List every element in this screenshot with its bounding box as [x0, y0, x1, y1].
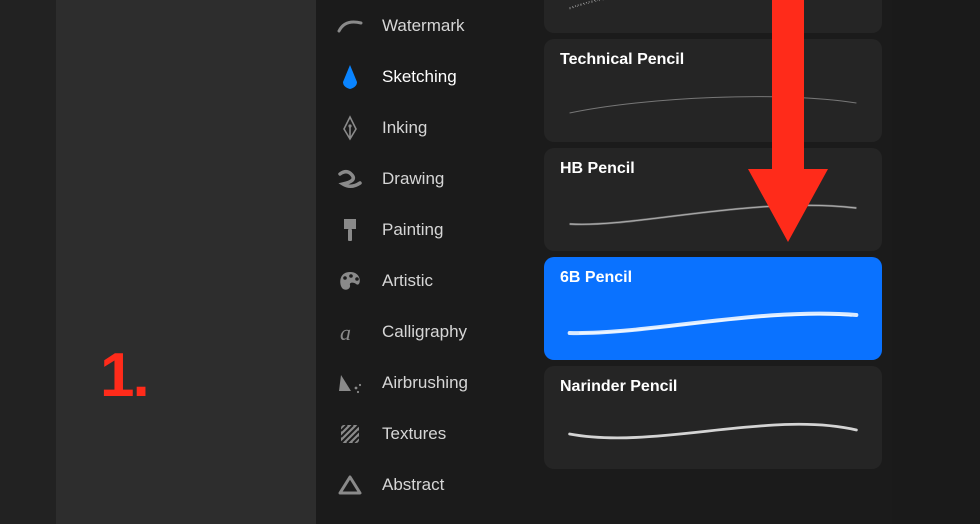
- airbrush-icon: [336, 369, 364, 397]
- category-drawing[interactable]: Drawing: [316, 153, 534, 204]
- brush-item-6b-pencil[interactable]: 6B Pencil: [544, 257, 882, 360]
- brush-stroke-preview: [560, 291, 866, 347]
- brush-name-label: 6B Pencil: [560, 269, 866, 287]
- category-label: Drawing: [382, 169, 444, 189]
- category-airbrushing[interactable]: Airbrushing: [316, 357, 534, 408]
- category-label: Inking: [382, 118, 427, 138]
- category-label: Artistic: [382, 271, 433, 291]
- category-watermark[interactable]: Watermark: [316, 0, 534, 51]
- palette-icon: [336, 267, 364, 295]
- category-artistic[interactable]: Artistic: [316, 255, 534, 306]
- brush-item-narinder-pencil[interactable]: Narinder Pencil: [544, 366, 882, 469]
- brush-name-label: Narinder Pencil: [560, 378, 866, 396]
- brush-list: Technical Pencil HB Pencil 6B Pencil Nar…: [534, 0, 892, 524]
- brush-stroke-preview: [560, 400, 866, 456]
- category-painting[interactable]: Painting: [316, 204, 534, 255]
- brush-item-partial[interactable]: [544, 0, 882, 33]
- category-label: Airbrushing: [382, 373, 468, 393]
- brush-stroke-preview: [560, 73, 866, 129]
- category-textures[interactable]: Textures: [316, 408, 534, 459]
- swoosh-icon: [336, 12, 364, 40]
- category-inking[interactable]: Inking: [316, 102, 534, 153]
- triangle-icon: [336, 471, 364, 499]
- category-label: Sketching: [382, 67, 457, 87]
- nib-icon: [336, 114, 364, 142]
- category-label: Watermark: [382, 16, 465, 36]
- brush-item-hb-pencil[interactable]: HB Pencil: [544, 148, 882, 251]
- pencil-tip-icon: [336, 63, 364, 91]
- svg-text:a: a: [340, 320, 351, 344]
- category-sketching[interactable]: Sketching: [316, 51, 534, 102]
- brush-category-list: Watermark Sketching Inking Drawing Paint: [316, 0, 534, 524]
- category-abstract[interactable]: Abstract: [316, 459, 534, 510]
- annotation-step-number: 1.: [100, 340, 148, 411]
- brush-name-label: HB Pencil: [560, 160, 866, 178]
- category-label: Painting: [382, 220, 443, 240]
- category-label: Abstract: [382, 475, 444, 495]
- brush-stroke-preview: [560, 182, 866, 238]
- panel-background: [56, 0, 316, 524]
- brush-item-technical-pencil[interactable]: Technical Pencil: [544, 39, 882, 142]
- brush-library-popover: Watermark Sketching Inking Drawing Paint: [316, 0, 892, 524]
- squiggle-icon: [336, 165, 364, 193]
- category-label: Textures: [382, 424, 446, 444]
- paintbrush-icon: [336, 216, 364, 244]
- brush-stroke-preview: [560, 0, 866, 20]
- category-calligraphy[interactable]: a Calligraphy: [316, 306, 534, 357]
- canvas-background: [0, 0, 56, 524]
- hatch-icon: [336, 420, 364, 448]
- brush-name-label: Technical Pencil: [560, 51, 866, 69]
- category-label: Calligraphy: [382, 322, 467, 342]
- script-a-icon: a: [336, 318, 364, 346]
